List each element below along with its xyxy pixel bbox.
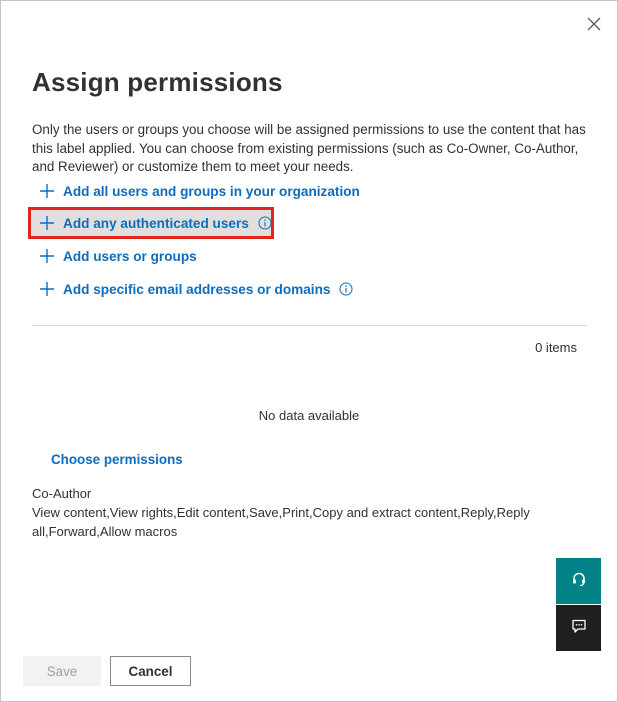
feedback-button[interactable]: [556, 605, 601, 651]
feedback-icon: [570, 617, 588, 640]
add-email-domains-button[interactable]: Add specific email addresses or domains: [39, 278, 353, 300]
add-users-or-groups-label: Add users or groups: [63, 248, 197, 264]
info-icon[interactable]: [258, 216, 272, 230]
plus-icon: [39, 281, 55, 297]
description-text: Only the users or groups you choose will…: [32, 122, 586, 174]
plus-icon: [39, 183, 55, 199]
permission-rights-list: View content,View rights,Edit content,Sa…: [32, 505, 530, 539]
add-users-or-groups-button[interactable]: Add users or groups: [39, 245, 197, 267]
empty-state-text: No data available: [258, 408, 360, 423]
assign-permissions-panel: Assign permissions Only the users or gro…: [0, 0, 618, 702]
save-button[interactable]: Save: [23, 656, 101, 686]
item-count: 0 items: [535, 340, 577, 355]
close-icon[interactable]: [585, 15, 603, 33]
plus-icon: [39, 215, 55, 231]
plus-icon: [39, 248, 55, 264]
add-authenticated-users-label: Add any authenticated users: [63, 215, 249, 231]
add-all-users-label: Add all users and groups in your organiz…: [63, 183, 360, 199]
cancel-button[interactable]: Cancel: [110, 656, 191, 686]
add-email-domains-label: Add specific email addresses or domains: [63, 281, 331, 297]
help-button[interactable]: [556, 558, 601, 604]
headset-icon: [570, 570, 588, 593]
add-authenticated-users-button[interactable]: Add any authenticated users: [39, 212, 272, 234]
add-all-users-button[interactable]: Add all users and groups in your organiz…: [39, 180, 360, 202]
permission-level-name: Co-Author: [32, 486, 92, 501]
divider: [32, 325, 587, 326]
choose-permissions-link[interactable]: Choose permissions: [51, 452, 183, 467]
info-icon[interactable]: [339, 282, 353, 296]
page-title: Assign permissions: [32, 67, 283, 97]
